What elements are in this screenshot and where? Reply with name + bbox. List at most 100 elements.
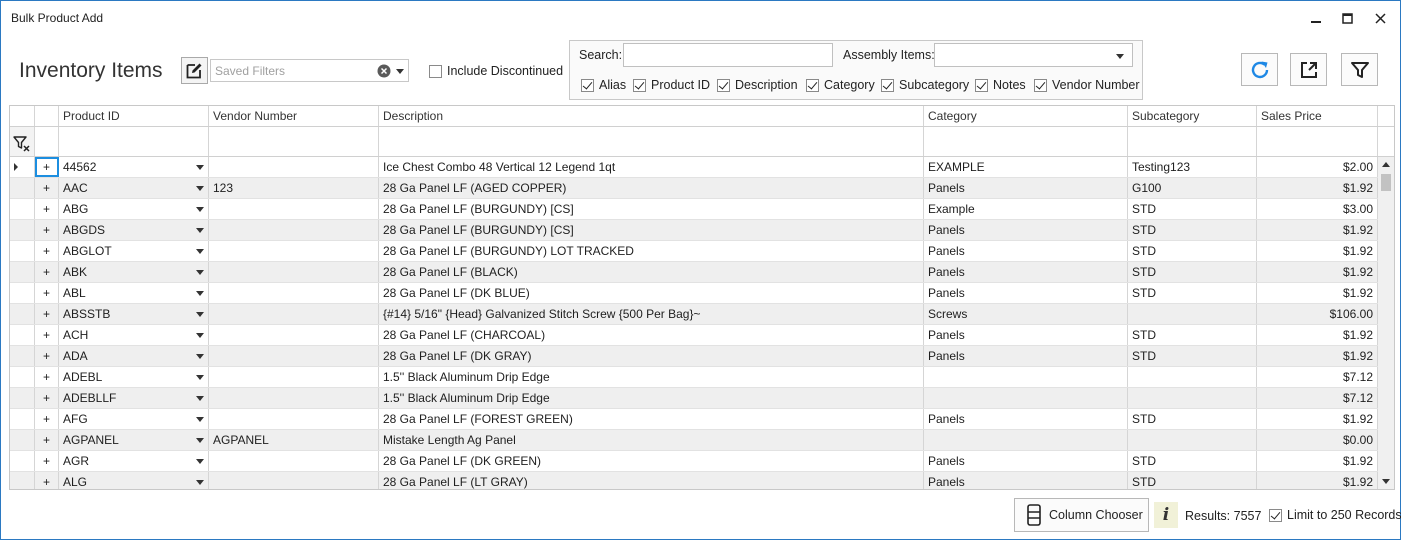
- filter-button[interactable]: [1341, 53, 1378, 86]
- row-indicator[interactable]: [10, 451, 35, 471]
- expand-row-button[interactable]: +: [35, 430, 59, 450]
- expand-row-button[interactable]: +: [35, 388, 59, 408]
- column-chooser-button[interactable]: Column Chooser: [1014, 498, 1149, 532]
- table-row[interactable]: + ABG 28 Ga Panel LF (BURGUNDY) [CS] Exampl…: [10, 199, 1378, 220]
- column-header-vendor-number[interactable]: Vendor Number: [209, 106, 379, 126]
- product-id-cell[interactable]: AGPANEL: [59, 430, 209, 450]
- row-indicator[interactable]: [10, 388, 35, 408]
- column-header-description[interactable]: Description: [379, 106, 924, 126]
- expand-row-button[interactable]: +: [35, 199, 59, 219]
- product-id-cell[interactable]: ADEBL: [59, 367, 209, 387]
- row-indicator[interactable]: [10, 430, 35, 450]
- chevron-down-icon[interactable]: [396, 69, 404, 74]
- edit-filters-button[interactable]: [181, 57, 208, 84]
- table-row[interactable]: + ABL 28 Ga Panel LF (DK BLUE) Panels STD $1.…: [10, 283, 1378, 304]
- expand-row-button[interactable]: +: [35, 472, 59, 489]
- search-field-category[interactable]: Category: [806, 78, 875, 92]
- expand-row-button[interactable]: +: [35, 262, 59, 282]
- filter-cell-vendor-number[interactable]: [209, 127, 379, 156]
- search-field-vendor-number[interactable]: Vendor Number: [1034, 78, 1140, 92]
- table-row[interactable]: + ABGLOT 28 Ga Panel LF (BURGUNDY) LOT TRA…: [10, 241, 1378, 262]
- close-button[interactable]: [1366, 7, 1394, 29]
- product-id-cell[interactable]: ABGLOT: [59, 241, 209, 261]
- expand-row-button[interactable]: +: [35, 304, 59, 324]
- row-indicator[interactable]: [10, 409, 35, 429]
- table-row[interactable]: + ABK 28 Ga Panel LF (BLACK) Panels STD $1.92: [10, 262, 1378, 283]
- chevron-down-icon[interactable]: [196, 333, 204, 338]
- chevron-down-icon[interactable]: [196, 249, 204, 254]
- product-id-cell[interactable]: ADA: [59, 346, 209, 366]
- limit-records-checkbox[interactable]: Limit to 250 Records: [1269, 508, 1401, 522]
- minimize-button[interactable]: [1302, 7, 1330, 29]
- description-checkbox[interactable]: [717, 78, 730, 92]
- include-discontinued-checkbox[interactable]: Include Discontinued: [429, 64, 563, 78]
- limit-records-box[interactable]: [1269, 508, 1282, 522]
- expand-row-button[interactable]: +: [35, 451, 59, 471]
- saved-filters-combo[interactable]: [210, 59, 409, 82]
- maximize-button[interactable]: [1333, 7, 1361, 29]
- expand-row-button[interactable]: +: [35, 220, 59, 240]
- product-id-cell[interactable]: AFG: [59, 409, 209, 429]
- chevron-down-icon[interactable]: [196, 312, 204, 317]
- table-row[interactable]: +44562 Ice Chest Combo 48 Vertical 12 Leg…: [10, 157, 1378, 178]
- category-checkbox[interactable]: [806, 78, 819, 92]
- table-row[interactable]: + ADEBLLF 1.5'' Black Aluminum Drip Edge $7…: [10, 388, 1378, 409]
- chevron-down-icon[interactable]: [196, 375, 204, 380]
- row-indicator[interactable]: [10, 283, 35, 303]
- saved-filters-input[interactable]: [211, 60, 371, 81]
- expand-row-button[interactable]: +: [35, 241, 59, 261]
- column-header-category[interactable]: Category: [924, 106, 1128, 126]
- product-id-cell[interactable]: ALG: [59, 472, 209, 489]
- scroll-up-icon[interactable]: [1382, 162, 1390, 167]
- table-row[interactable]: + AGPANEL AGPANEL Mistake Length Ag Panel $0…: [10, 430, 1378, 451]
- chevron-down-icon[interactable]: [196, 291, 204, 296]
- product-id-checkbox[interactable]: [633, 78, 646, 92]
- column-header-product-id[interactable]: Product ID: [59, 106, 209, 126]
- column-header-sales-price[interactable]: Sales Price: [1257, 106, 1378, 126]
- chevron-down-icon[interactable]: [196, 459, 204, 464]
- row-indicator[interactable]: [10, 220, 35, 240]
- row-indicator[interactable]: [10, 346, 35, 366]
- table-row[interactable]: + AFG 28 Ga Panel LF (FOREST GREEN) Panels S…: [10, 409, 1378, 430]
- product-id-cell[interactable]: AGR: [59, 451, 209, 471]
- table-row[interactable]: + ABSSTB {#14} 5/16" {Head} Galvanized Sti…: [10, 304, 1378, 325]
- product-id-cell[interactable]: ABGDS: [59, 220, 209, 240]
- search-field-description[interactable]: Description: [717, 78, 798, 92]
- include-discontinued-box[interactable]: [429, 64, 442, 78]
- clear-column-filters-button[interactable]: [10, 127, 35, 156]
- table-row[interactable]: + ACH 28 Ga Panel LF (CHARCOAL) Panels STD $1…: [10, 325, 1378, 346]
- expand-row-button[interactable]: +: [35, 367, 59, 387]
- chevron-down-icon[interactable]: [1116, 54, 1124, 59]
- row-indicator[interactable]: [10, 199, 35, 219]
- expand-row-button[interactable]: +: [35, 178, 59, 198]
- chevron-down-icon[interactable]: [196, 417, 204, 422]
- product-id-cell[interactable]: ABL: [59, 283, 209, 303]
- product-id-cell[interactable]: ABK: [59, 262, 209, 282]
- chevron-down-icon[interactable]: [196, 438, 204, 443]
- row-indicator[interactable]: [10, 304, 35, 324]
- search-field-notes[interactable]: Notes: [975, 78, 1026, 92]
- search-input[interactable]: [623, 43, 833, 67]
- filter-cell-sales-price[interactable]: [1257, 127, 1378, 156]
- row-indicator[interactable]: [10, 325, 35, 345]
- row-indicator[interactable]: [10, 367, 35, 387]
- filter-cell-product-id[interactable]: [59, 127, 209, 156]
- export-button[interactable]: [1290, 53, 1327, 86]
- table-row[interactable]: + ADEBL 1.5'' Black Aluminum Drip Edge $7.1…: [10, 367, 1378, 388]
- table-row[interactable]: + ALG 28 Ga Panel LF (LT GRAY) Panels STD $1.…: [10, 472, 1378, 489]
- search-field-subcategory[interactable]: Subcategory: [881, 78, 969, 92]
- scroll-down-icon[interactable]: [1382, 479, 1390, 484]
- chevron-down-icon[interactable]: [196, 270, 204, 275]
- table-row[interactable]: + ABGDS 28 Ga Panel LF (BURGUNDY) [CS] Pane…: [10, 220, 1378, 241]
- filter-cell-category[interactable]: [924, 127, 1128, 156]
- chevron-down-icon[interactable]: [196, 396, 204, 401]
- alias-checkbox[interactable]: [581, 78, 594, 92]
- product-id-cell[interactable]: ACH: [59, 325, 209, 345]
- product-id-cell[interactable]: ABSSTB: [59, 304, 209, 324]
- chevron-down-icon[interactable]: [196, 480, 204, 485]
- expand-row-button[interactable]: +: [35, 325, 59, 345]
- row-indicator[interactable]: [10, 241, 35, 261]
- chevron-down-icon[interactable]: [196, 354, 204, 359]
- product-id-cell[interactable]: ADEBLLF: [59, 388, 209, 408]
- column-header-subcategory[interactable]: Subcategory: [1128, 106, 1257, 126]
